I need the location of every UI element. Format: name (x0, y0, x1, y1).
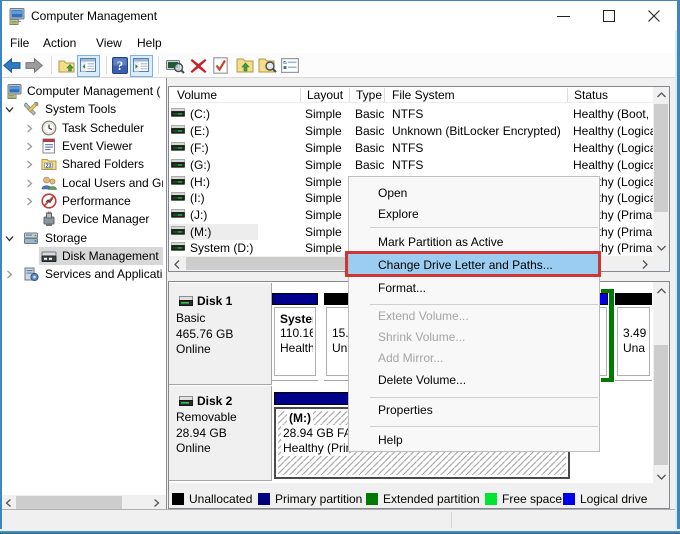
svg-text:23: 23 (45, 164, 51, 170)
svg-text:?: ? (117, 58, 124, 73)
